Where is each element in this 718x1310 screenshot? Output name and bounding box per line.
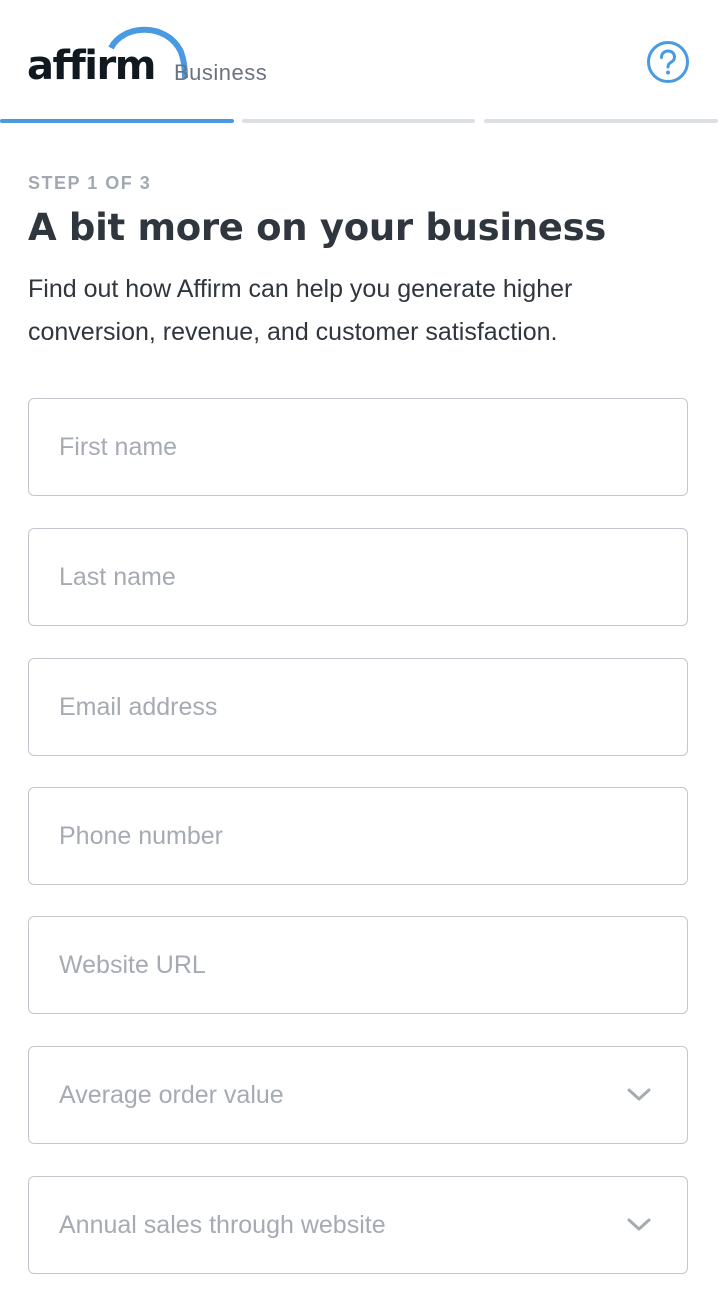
- page-subtitle: Find out how Affirm can help you generat…: [28, 275, 573, 346]
- help-button[interactable]: [646, 40, 690, 84]
- phone-field[interactable]: [28, 787, 688, 885]
- average-order-value-label: Average order value: [59, 1081, 284, 1109]
- progress-segment-3: [484, 119, 718, 123]
- progress-segment-2: [242, 119, 475, 123]
- email-field[interactable]: [28, 658, 688, 756]
- logo-wordmark: affirm: [27, 43, 156, 89]
- last-name-field[interactable]: [28, 528, 688, 626]
- website-field[interactable]: [28, 916, 688, 1014]
- email-input[interactable]: [59, 659, 619, 755]
- first-name-input[interactable]: [59, 399, 619, 495]
- last-name-input[interactable]: [59, 529, 619, 625]
- average-order-value-select[interactable]: Average order value: [28, 1046, 688, 1144]
- chevron-down-icon: [627, 1218, 651, 1231]
- step-progress: [0, 119, 718, 124]
- header: affirm Business: [0, 0, 718, 118]
- annual-sales-label: Annual sales through website: [59, 1211, 386, 1239]
- affirm-logo[interactable]: affirm: [27, 26, 188, 89]
- question-circle-icon: [647, 41, 689, 83]
- phone-input[interactable]: [59, 788, 619, 884]
- chevron-down-icon: [627, 1088, 651, 1101]
- website-input[interactable]: [59, 917, 619, 1013]
- progress-segment-1: [0, 119, 234, 123]
- first-name-field[interactable]: [28, 398, 688, 496]
- page-title: A bit more on your business: [28, 206, 607, 249]
- logo-business-label: Business: [174, 60, 268, 85]
- step-indicator: STEP 1 OF 3: [28, 173, 152, 193]
- annual-sales-select[interactable]: Annual sales through website: [28, 1176, 688, 1274]
